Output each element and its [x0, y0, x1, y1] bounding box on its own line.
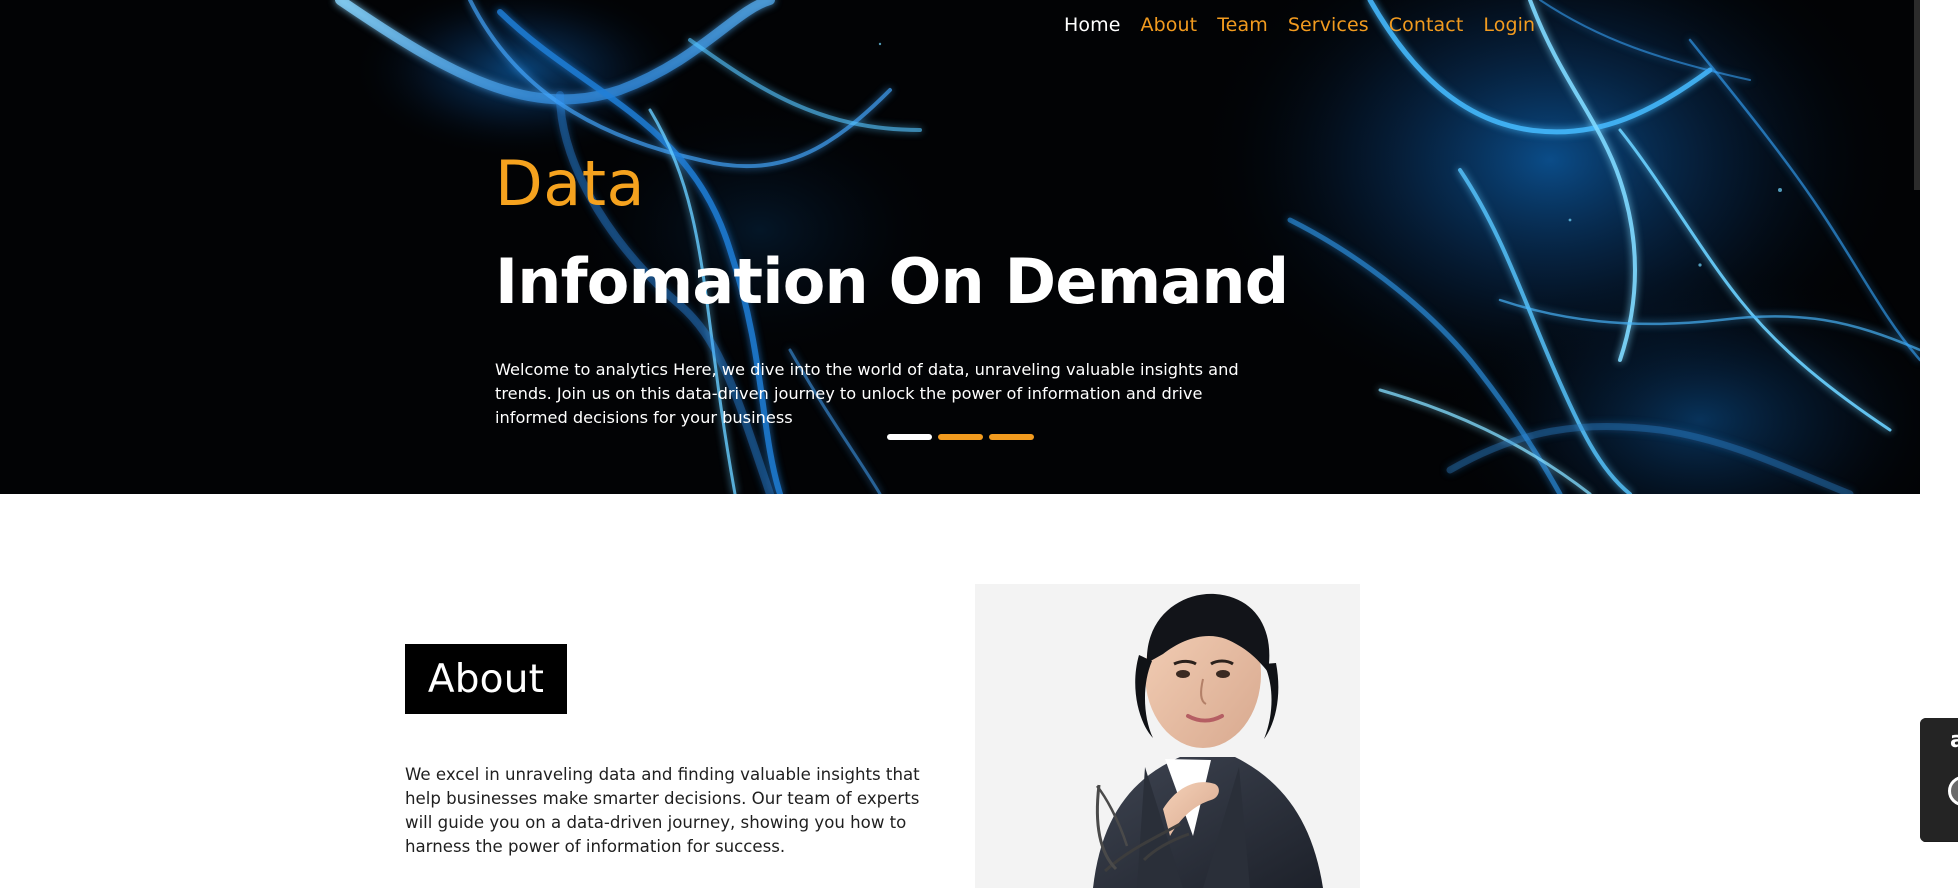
- side-widget-footer: [1920, 841, 1958, 842]
- carousel-indicator-2[interactable]: [938, 434, 983, 440]
- nav-item-team[interactable]: Team: [1217, 13, 1268, 37]
- about-heading: About: [405, 644, 567, 714]
- hero-description: Welcome to analytics Here, we dive into …: [495, 360, 1239, 427]
- hero-title: Infomation On Demand: [495, 245, 1289, 318]
- nav-item-contact[interactable]: Contact: [1389, 13, 1464, 37]
- hero-scrollbar[interactable]: [1914, 0, 1920, 190]
- nav-item-services[interactable]: Services: [1288, 13, 1369, 37]
- about-description: We excel in unraveling data and finding …: [405, 765, 920, 856]
- portrait-image: [975, 584, 1360, 888]
- hero-carousel-indicators: [887, 434, 1034, 440]
- main-nav: Home About Team Services Contact Login: [1064, 13, 1535, 37]
- page: Home About Team Services Contact Login D…: [0, 0, 1958, 888]
- woman-holding-glasses-photo: [975, 584, 1360, 888]
- hero-section: Home About Team Services Contact Login D…: [0, 0, 1920, 494]
- side-widget[interactable]: a: [1920, 718, 1958, 842]
- nav-item-about[interactable]: About: [1141, 13, 1198, 37]
- carousel-indicator-1[interactable]: [887, 434, 932, 440]
- nav-item-login[interactable]: Login: [1483, 13, 1535, 37]
- hero-kicker: Data: [495, 147, 646, 220]
- nav-item-home[interactable]: Home: [1064, 13, 1121, 37]
- carousel-indicator-3[interactable]: [989, 434, 1034, 440]
- side-widget-letter: a: [1950, 728, 1958, 753]
